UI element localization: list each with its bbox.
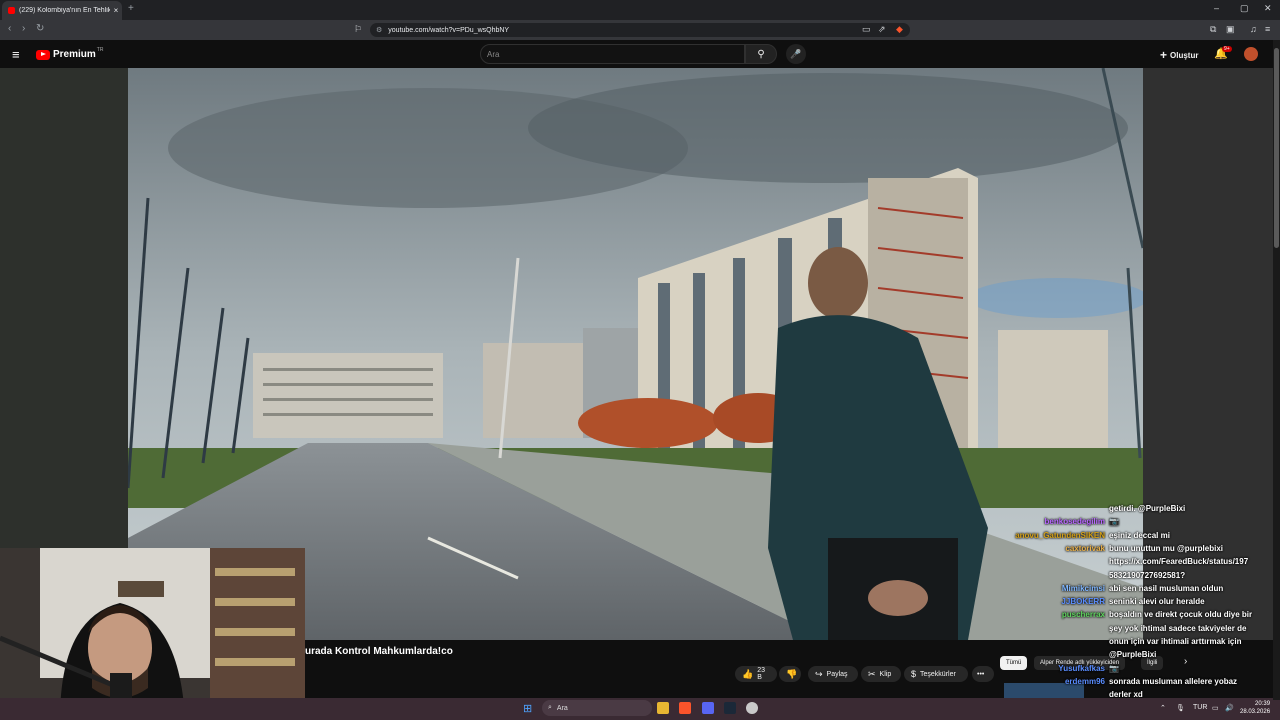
- webcam-frame: [0, 548, 305, 720]
- sidebar-icon[interactable]: ▣: [1226, 24, 1235, 35]
- mic-tray-icon[interactable]: 🎙: [1176, 704, 1185, 712]
- notification-badge: 9+: [1222, 46, 1232, 52]
- language-indicator[interactable]: TUR: [1193, 704, 1207, 711]
- media-icon[interactable]: ♫: [1250, 24, 1257, 34]
- chat-message-text: 📷: [1109, 517, 1119, 527]
- page-scrollbar[interactable]: [1273, 40, 1280, 700]
- chat-username: erdemm96: [1064, 676, 1105, 686]
- chat-message-text: abi sen nasil musluman oldun: [1109, 583, 1224, 593]
- browser-menu-icon[interactable]: ≡: [1265, 24, 1270, 34]
- dislike-button[interactable]: 👎: [779, 666, 801, 682]
- avatar[interactable]: [1244, 47, 1258, 61]
- maximize-button[interactable]: ▢: [1240, 3, 1249, 14]
- extensions-icon[interactable]: ⧉: [1210, 24, 1216, 35]
- share-page-icon[interactable]: ⇗: [878, 24, 886, 35]
- chat-username: JJBOKERR: [1061, 597, 1105, 607]
- plus-icon: +: [1160, 48, 1168, 62]
- clip-button[interactable]: ✂ Klip: [861, 666, 901, 682]
- discord-icon[interactable]: [702, 702, 714, 714]
- taskbar-search-label: Ara: [556, 704, 568, 712]
- thanks-button[interactable]: $ Teşekkürler: [904, 666, 968, 682]
- thumbs-down-icon: 👎: [786, 668, 798, 679]
- hamburger-menu-icon[interactable]: ≡: [12, 47, 20, 62]
- minimize-button[interactable]: –: [1214, 3, 1219, 13]
- chat-message-text: şey yok ihtimal sadece takviyeler de: [1109, 623, 1247, 633]
- microphone-icon[interactable]: 🎤: [786, 44, 806, 64]
- chat-username: Mimikcimsi: [1061, 583, 1105, 593]
- tab-close-icon[interactable]: ×: [110, 6, 122, 15]
- chevron-right-icon[interactable]: ›: [1184, 656, 1187, 667]
- chat-message-text: getirdi. @PurpleBixi: [1109, 504, 1186, 513]
- network-icon[interactable]: ▭: [1212, 704, 1219, 712]
- scrollbar-thumb[interactable]: [1274, 48, 1279, 248]
- close-window-button[interactable]: ✕: [1264, 3, 1272, 14]
- browser-tab-active[interactable]: (229) Kolombiya'nın En Tehlikeli ×: [2, 1, 122, 20]
- chat-message-text: bunu unuttun mu @purplebixi: [1109, 543, 1224, 553]
- thanks-icon: $: [911, 669, 917, 679]
- chat-username: benkosedegilim: [1044, 517, 1105, 527]
- share-button[interactable]: ↪ Paylaş: [808, 666, 858, 682]
- share-arrow-icon: ↪: [815, 668, 823, 679]
- chat-message-text: 📷: [1109, 663, 1119, 673]
- obs-icon[interactable]: [746, 702, 758, 714]
- chat-username: Yusufkafkas: [1058, 663, 1105, 673]
- chat-message-text: 5832190727692581?: [1109, 570, 1186, 580]
- brave-browser-icon[interactable]: [679, 702, 691, 714]
- chat-message-text: https://x.com/FearedBuck/status/197: [1109, 557, 1249, 567]
- taskbar-search-icon: ⌕: [548, 704, 552, 711]
- chat-username: caxtorivak: [1065, 543, 1105, 553]
- browser-tab-bar: [0, 0, 1280, 20]
- forward-arrow-icon[interactable]: ›: [22, 23, 25, 34]
- back-arrow-icon[interactable]: ‹: [8, 23, 11, 34]
- chat-message-text: @PurpleBixi: [1109, 650, 1157, 660]
- youtube-play-icon: [36, 49, 50, 60]
- taskbar-search[interactable]: ⌕ Ara: [542, 700, 652, 716]
- brave-shield-icon[interactable]: ◆: [896, 24, 903, 35]
- search-input[interactable]: Ara: [480, 44, 745, 64]
- search-icon[interactable]: ⚲: [745, 44, 777, 64]
- chat-message-text: sonrada musluman allelere yobaz: [1109, 676, 1238, 686]
- youtube-favicon-icon: [8, 7, 15, 14]
- site-info-icon[interactable]: ⚙: [376, 26, 382, 34]
- clock-time: 20:39: [1255, 701, 1271, 707]
- scissors-icon: ✂: [868, 668, 876, 679]
- share-label: Paylaş: [826, 670, 848, 678]
- url-bar[interactable]: ⚙ youtube.com/watch?v=PDu_wsQhbNY: [370, 23, 910, 37]
- chat-message-text: eşiniz deccal mi: [1109, 530, 1170, 540]
- youtube-premium-logo[interactable]: Premium TR: [36, 46, 104, 60]
- video-title: urada Kontrol Mahkumlarda!co: [305, 646, 453, 657]
- tray-chevron-icon[interactable]: ⌃: [1160, 704, 1166, 712]
- pip-icon[interactable]: ▭: [862, 24, 871, 35]
- new-tab-button[interactable]: +: [128, 3, 134, 14]
- clock-date: 28.03.2026: [1240, 709, 1271, 715]
- logo-text: Premium: [53, 49, 96, 60]
- logo-country: TR: [96, 46, 104, 53]
- chat-message-text: onun için var ihtimali arttırmak için: [1109, 637, 1242, 646]
- thumbs-up-icon: 👍: [742, 668, 754, 679]
- windows-start-icon[interactable]: ⊞: [523, 702, 532, 715]
- chat-username: anovu_GatundenSIKEN: [1015, 530, 1105, 540]
- thanks-label: Teşekkürler: [920, 670, 956, 678]
- video-letterbox-right: [1143, 68, 1273, 640]
- chat-username: puscherrax: [1061, 610, 1105, 620]
- file-explorer-icon[interactable]: [657, 702, 669, 714]
- bookmark-icon[interactable]: ⚐: [354, 24, 362, 35]
- chat-message-text: boşaldın ve direkt çocuk oldu diye bir: [1109, 610, 1253, 620]
- like-count: 23 B: [757, 667, 766, 681]
- like-button[interactable]: 👍 23 B: [735, 666, 777, 682]
- volume-icon[interactable]: 🔊: [1225, 704, 1234, 712]
- clip-label: Klip: [879, 670, 892, 678]
- create-label: Oluştur: [1170, 50, 1199, 60]
- create-button[interactable]: + Oluştur: [1160, 48, 1198, 62]
- url-text: youtube.com/watch?v=PDu_wsQhbNY: [388, 26, 510, 34]
- steam-icon[interactable]: [724, 702, 736, 714]
- webcam-overlay: [0, 548, 305, 720]
- reload-icon[interactable]: ↻: [36, 23, 44, 34]
- tab-title: (229) Kolombiya'nın En Tehlikeli: [19, 7, 110, 14]
- chat-message-text: seninki alevi olur heralde: [1109, 597, 1205, 607]
- system-clock[interactable]: 20:39 28.03.2026: [1240, 700, 1270, 716]
